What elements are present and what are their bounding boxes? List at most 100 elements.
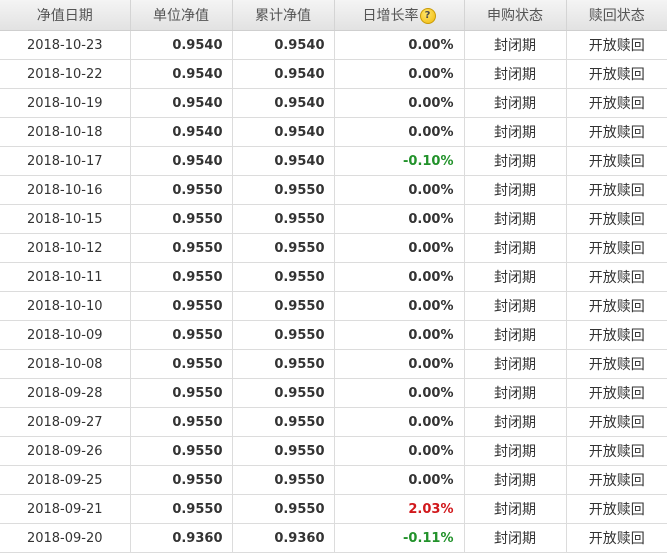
cell-acc-nav: 0.9540 (232, 117, 335, 147)
help-icon[interactable]: ? (419, 8, 436, 24)
cell-daily-growth: 0.00% (334, 349, 465, 379)
cell-acc-nav: 0.9550 (232, 436, 335, 466)
cell-redeem-status: 开放赎回 (566, 262, 667, 292)
cell-date: 2018-10-11 (0, 262, 131, 292)
cell-date: 2018-10-19 (0, 88, 131, 118)
cell-unit-nav: 0.9540 (130, 59, 233, 89)
table-row: 2018-10-09 0.9550 0.9550 0.00% 封闭期 开放赎回 (0, 320, 667, 350)
cell-daily-growth: 0.00% (334, 291, 465, 321)
cell-date: 2018-10-12 (0, 233, 131, 263)
table-row: 2018-10-19 0.9540 0.9540 0.00% 封闭期 开放赎回 (0, 88, 667, 118)
cell-daily-growth: 2.03% (334, 494, 465, 524)
cell-unit-nav: 0.9550 (130, 262, 233, 292)
cell-date: 2018-10-17 (0, 146, 131, 176)
table-row: 2018-10-08 0.9550 0.9550 0.00% 封闭期 开放赎回 (0, 349, 667, 379)
cell-redeem-status: 开放赎回 (566, 465, 667, 495)
cell-daily-growth: 0.00% (334, 320, 465, 350)
header-acc-nav: 累计净值 (232, 0, 335, 31)
cell-daily-growth: 0.00% (334, 465, 465, 495)
cell-unit-nav: 0.9360 (130, 523, 233, 553)
cell-acc-nav: 0.9550 (232, 378, 335, 408)
nav-history-table: 净值日期 单位净值 累计净值 日增长率? 申购状态 赎回状态 2018-10-2… (0, 0, 667, 553)
cell-redeem-status: 开放赎回 (566, 88, 667, 118)
cell-unit-nav: 0.9550 (130, 175, 233, 205)
cell-date: 2018-10-22 (0, 59, 131, 89)
cell-acc-nav: 0.9540 (232, 30, 335, 60)
cell-redeem-status: 开放赎回 (566, 233, 667, 263)
cell-purchase-status: 封闭期 (464, 175, 567, 205)
cell-redeem-status: 开放赎回 (566, 117, 667, 147)
cell-daily-growth: -0.10% (334, 146, 465, 176)
header-unit-nav: 单位净值 (130, 0, 233, 31)
cell-acc-nav: 0.9540 (232, 88, 335, 118)
cell-purchase-status: 封闭期 (464, 146, 567, 176)
table-header: 净值日期 单位净值 累计净值 日增长率? 申购状态 赎回状态 (0, 0, 667, 31)
cell-redeem-status: 开放赎回 (566, 436, 667, 466)
table-row: 2018-09-25 0.9550 0.9550 0.00% 封闭期 开放赎回 (0, 465, 667, 495)
cell-acc-nav: 0.9550 (232, 233, 335, 263)
header-purchase-status: 申购状态 (464, 0, 567, 31)
cell-date: 2018-09-21 (0, 494, 131, 524)
cell-daily-growth: 0.00% (334, 88, 465, 118)
cell-daily-growth: 0.00% (334, 30, 465, 60)
table-body: 2018-10-23 0.9540 0.9540 0.00% 封闭期 开放赎回 2018-1… (0, 30, 667, 553)
cell-purchase-status: 封闭期 (464, 291, 567, 321)
table-row: 2018-09-26 0.9550 0.9550 0.00% 封闭期 开放赎回 (0, 436, 667, 466)
cell-date: 2018-10-18 (0, 117, 131, 147)
table-row: 2018-09-27 0.9550 0.9550 0.00% 封闭期 开放赎回 (0, 407, 667, 437)
cell-unit-nav: 0.9550 (130, 320, 233, 350)
table-row: 2018-10-17 0.9540 0.9540 -0.10% 封闭期 开放赎回 (0, 146, 667, 176)
cell-purchase-status: 封闭期 (464, 523, 567, 553)
cell-purchase-status: 封闭期 (464, 204, 567, 234)
cell-redeem-status: 开放赎回 (566, 349, 667, 379)
cell-unit-nav: 0.9550 (130, 436, 233, 466)
cell-redeem-status: 开放赎回 (566, 407, 667, 437)
table-row: 2018-09-20 0.9360 0.9360 -0.11% 封闭期 开放赎回 (0, 523, 667, 553)
cell-unit-nav: 0.9550 (130, 494, 233, 524)
cell-purchase-status: 封闭期 (464, 320, 567, 350)
header-row: 净值日期 单位净值 累计净值 日增长率? 申购状态 赎回状态 (0, 0, 667, 31)
cell-purchase-status: 封闭期 (464, 88, 567, 118)
cell-acc-nav: 0.9550 (232, 349, 335, 379)
header-daily-growth: 日增长率? (334, 0, 465, 31)
cell-date: 2018-10-09 (0, 320, 131, 350)
cell-unit-nav: 0.9540 (130, 30, 233, 60)
header-daily-growth-label: 日增长率 (362, 8, 419, 24)
cell-date: 2018-09-27 (0, 407, 131, 437)
cell-unit-nav: 0.9540 (130, 117, 233, 147)
table-row: 2018-10-10 0.9550 0.9550 0.00% 封闭期 开放赎回 (0, 291, 667, 321)
cell-acc-nav: 0.9550 (232, 320, 335, 350)
cell-daily-growth: 0.00% (334, 117, 465, 147)
cell-redeem-status: 开放赎回 (566, 204, 667, 234)
cell-daily-growth: 0.00% (334, 59, 465, 89)
cell-unit-nav: 0.9550 (130, 465, 233, 495)
cell-redeem-status: 开放赎回 (566, 378, 667, 408)
cell-purchase-status: 封闭期 (464, 262, 567, 292)
cell-daily-growth: 0.00% (334, 407, 465, 437)
cell-acc-nav: 0.9550 (232, 291, 335, 321)
cell-acc-nav: 0.9550 (232, 407, 335, 437)
cell-purchase-status: 封闭期 (464, 59, 567, 89)
cell-daily-growth: 0.00% (334, 262, 465, 292)
cell-acc-nav: 0.9550 (232, 494, 335, 524)
cell-redeem-status: 开放赎回 (566, 494, 667, 524)
cell-redeem-status: 开放赎回 (566, 175, 667, 205)
cell-acc-nav: 0.9360 (232, 523, 335, 553)
table-row: 2018-10-11 0.9550 0.9550 0.00% 封闭期 开放赎回 (0, 262, 667, 292)
table-row: 2018-09-21 0.9550 0.9550 2.03% 封闭期 开放赎回 (0, 494, 667, 524)
cell-acc-nav: 0.9550 (232, 204, 335, 234)
cell-date: 2018-10-16 (0, 175, 131, 205)
cell-purchase-status: 封闭期 (464, 233, 567, 263)
cell-date: 2018-10-08 (0, 349, 131, 379)
cell-daily-growth: -0.11% (334, 523, 465, 553)
cell-date: 2018-09-25 (0, 465, 131, 495)
table-row: 2018-10-22 0.9540 0.9540 0.00% 封闭期 开放赎回 (0, 59, 667, 89)
cell-date: 2018-09-26 (0, 436, 131, 466)
cell-redeem-status: 开放赎回 (566, 523, 667, 553)
cell-daily-growth: 0.00% (334, 233, 465, 263)
cell-unit-nav: 0.9540 (130, 146, 233, 176)
cell-purchase-status: 封闭期 (464, 117, 567, 147)
table-row: 2018-10-23 0.9540 0.9540 0.00% 封闭期 开放赎回 (0, 30, 667, 60)
cell-unit-nav: 0.9550 (130, 233, 233, 263)
table-row: 2018-09-28 0.9550 0.9550 0.00% 封闭期 开放赎回 (0, 378, 667, 408)
